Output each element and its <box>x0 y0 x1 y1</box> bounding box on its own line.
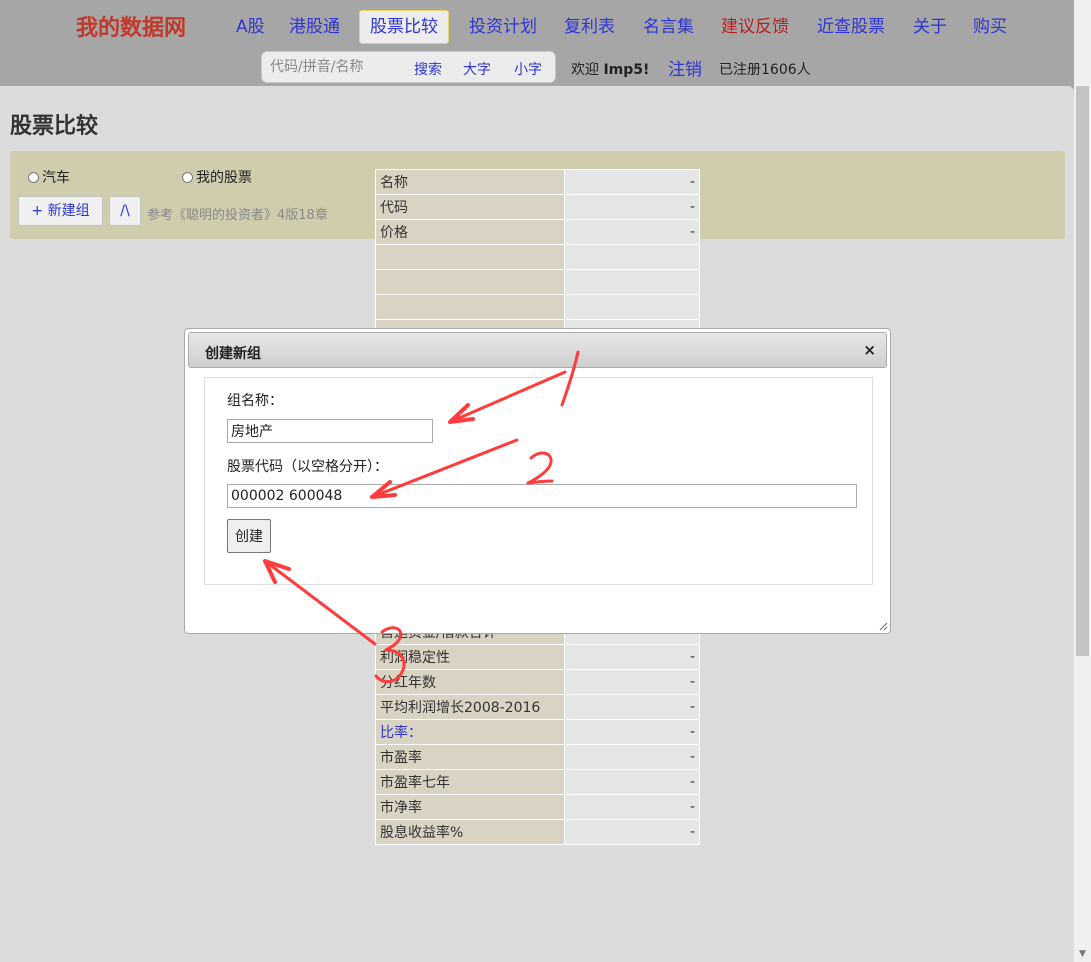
small-font-button[interactable]: 小字 <box>514 59 542 79</box>
row-label <box>375 269 565 295</box>
row-label: 价格 <box>375 219 565 245</box>
nav-item-7[interactable]: 近查股票 <box>807 12 895 42</box>
table-row: 分红年数 - <box>375 669 701 695</box>
row-label: 市净率 <box>375 794 565 820</box>
group-name-input[interactable] <box>227 419 433 443</box>
table-row: 市盈率七年 - <box>375 769 701 795</box>
radio-button[interactable] <box>28 171 39 183</box>
create-group-dialog: 创建新组 × 组名称： 股票代码（以空格分开）： 创建 <box>184 328 891 634</box>
row-value: - <box>563 644 701 670</box>
row-label: 名称 <box>375 169 565 195</box>
stock-codes-input[interactable] <box>227 484 857 508</box>
dialog-header[interactable]: 创建新组 × <box>188 332 887 368</box>
group-radio-my-stocks[interactable]: 我的股票 <box>182 167 252 187</box>
table-row: 市盈率 - <box>375 744 701 770</box>
close-icon[interactable]: × <box>863 341 876 359</box>
table-row: 股息收益率% - <box>375 819 701 845</box>
dialog-title: 创建新组 <box>205 346 261 362</box>
big-font-button[interactable]: 大字 <box>463 59 491 79</box>
row-value <box>563 269 701 295</box>
group-name-label: 组名称： <box>227 393 283 409</box>
search-input[interactable] <box>262 52 412 82</box>
row-label: 市盈率 <box>375 744 565 770</box>
welcome-text: 欢迎 Imp5! <box>571 59 649 79</box>
row-value: - <box>563 194 701 220</box>
row-label: 平均利润增长2008-2016 <box>375 694 565 720</box>
table-row <box>375 269 701 295</box>
nav-item-0[interactable]: A股 <box>226 12 275 42</box>
scroll-down-arrow-icon[interactable]: ▼ <box>1076 948 1089 960</box>
row-value <box>563 294 701 320</box>
row-label: 利润稳定性 <box>375 644 565 670</box>
reference-note: 参考《聪明的投资者》4版18章 <box>147 208 328 223</box>
row-value: - <box>563 794 701 820</box>
new-group-button[interactable]: + 新建组 <box>18 196 103 226</box>
row-value: - <box>563 744 701 770</box>
group-label: 汽车 <box>42 170 70 186</box>
group-radio-car[interactable]: 汽车 <box>28 167 70 187</box>
table-row: 平均利润增长2008-2016- <box>375 694 701 720</box>
row-label <box>375 244 565 270</box>
row-value: - <box>563 694 701 720</box>
table-row <box>375 294 701 320</box>
nav-item-2[interactable]: 股票比较 <box>359 10 449 44</box>
row-value <box>563 244 701 270</box>
search-box: 搜索 大字 小字 <box>261 51 556 83</box>
group-label: 我的股票 <box>196 170 252 186</box>
table-row: 市净率 - <box>375 794 701 820</box>
radio-button[interactable] <box>182 171 193 183</box>
username: Imp5! <box>603 62 650 78</box>
row-value: - <box>563 769 701 795</box>
nav-item-5[interactable]: 名言集 <box>633 12 704 42</box>
row-value: - <box>563 669 701 695</box>
nav-item-1[interactable]: 港股通 <box>279 12 350 42</box>
table-row: 价格 - <box>375 219 701 245</box>
top-navigation-bar: 我的数据网 A股港股通股票比较投资计划复利表名言集建议反馈近查股票关于购买 搜索… <box>0 0 1091 86</box>
search-button[interactable]: 搜索 <box>414 59 442 79</box>
nav-item-3[interactable]: 投资计划 <box>459 12 547 42</box>
page-title: 股票比较 <box>10 114 99 139</box>
row-value: - <box>563 219 701 245</box>
nav-item-4[interactable]: 复利表 <box>554 12 625 42</box>
row-label: 市盈率七年 <box>375 769 565 795</box>
table-row: 代码 - <box>375 194 701 220</box>
nav-item-8[interactable]: 关于 <box>903 12 957 42</box>
nav-item-6[interactable]: 建议反馈 <box>711 12 799 42</box>
registered-count: 已注册1606人 <box>719 62 811 78</box>
row-label: 股息收益率% <box>375 819 565 845</box>
row-label: 分红年数 <box>375 669 565 695</box>
create-button[interactable]: 创建 <box>227 519 271 553</box>
row-value: - <box>563 169 701 195</box>
stock-codes-label: 股票代码（以空格分开）： <box>227 459 388 475</box>
table-row: 名称 - <box>375 169 701 195</box>
resize-grip-icon[interactable] <box>878 621 888 631</box>
table-row: 比率： - <box>375 719 701 745</box>
table-row: 利润稳定性 - <box>375 644 701 670</box>
welcome-prefix: 欢迎 <box>571 62 599 78</box>
nav-item-9[interactable]: 购买 <box>963 12 1017 42</box>
collapse-button[interactable]: /\ <box>109 196 141 226</box>
table-row <box>375 244 701 270</box>
row-value: - <box>563 819 701 845</box>
row-label <box>375 294 565 320</box>
row-label: 代码 <box>375 194 565 220</box>
row-label: 比率： <box>375 719 565 745</box>
row-value: - <box>563 719 701 745</box>
logout-link[interactable]: 注销 <box>668 55 702 80</box>
dialog-body: 组名称： 股票代码（以空格分开）： 创建 <box>204 377 873 585</box>
scrollbar-thumb[interactable] <box>1076 86 1089 656</box>
main-nav: A股 港股通 股票比较 投资计划 复利表 名言集 建议反馈 近查股票 关于 购买 <box>0 10 1091 44</box>
